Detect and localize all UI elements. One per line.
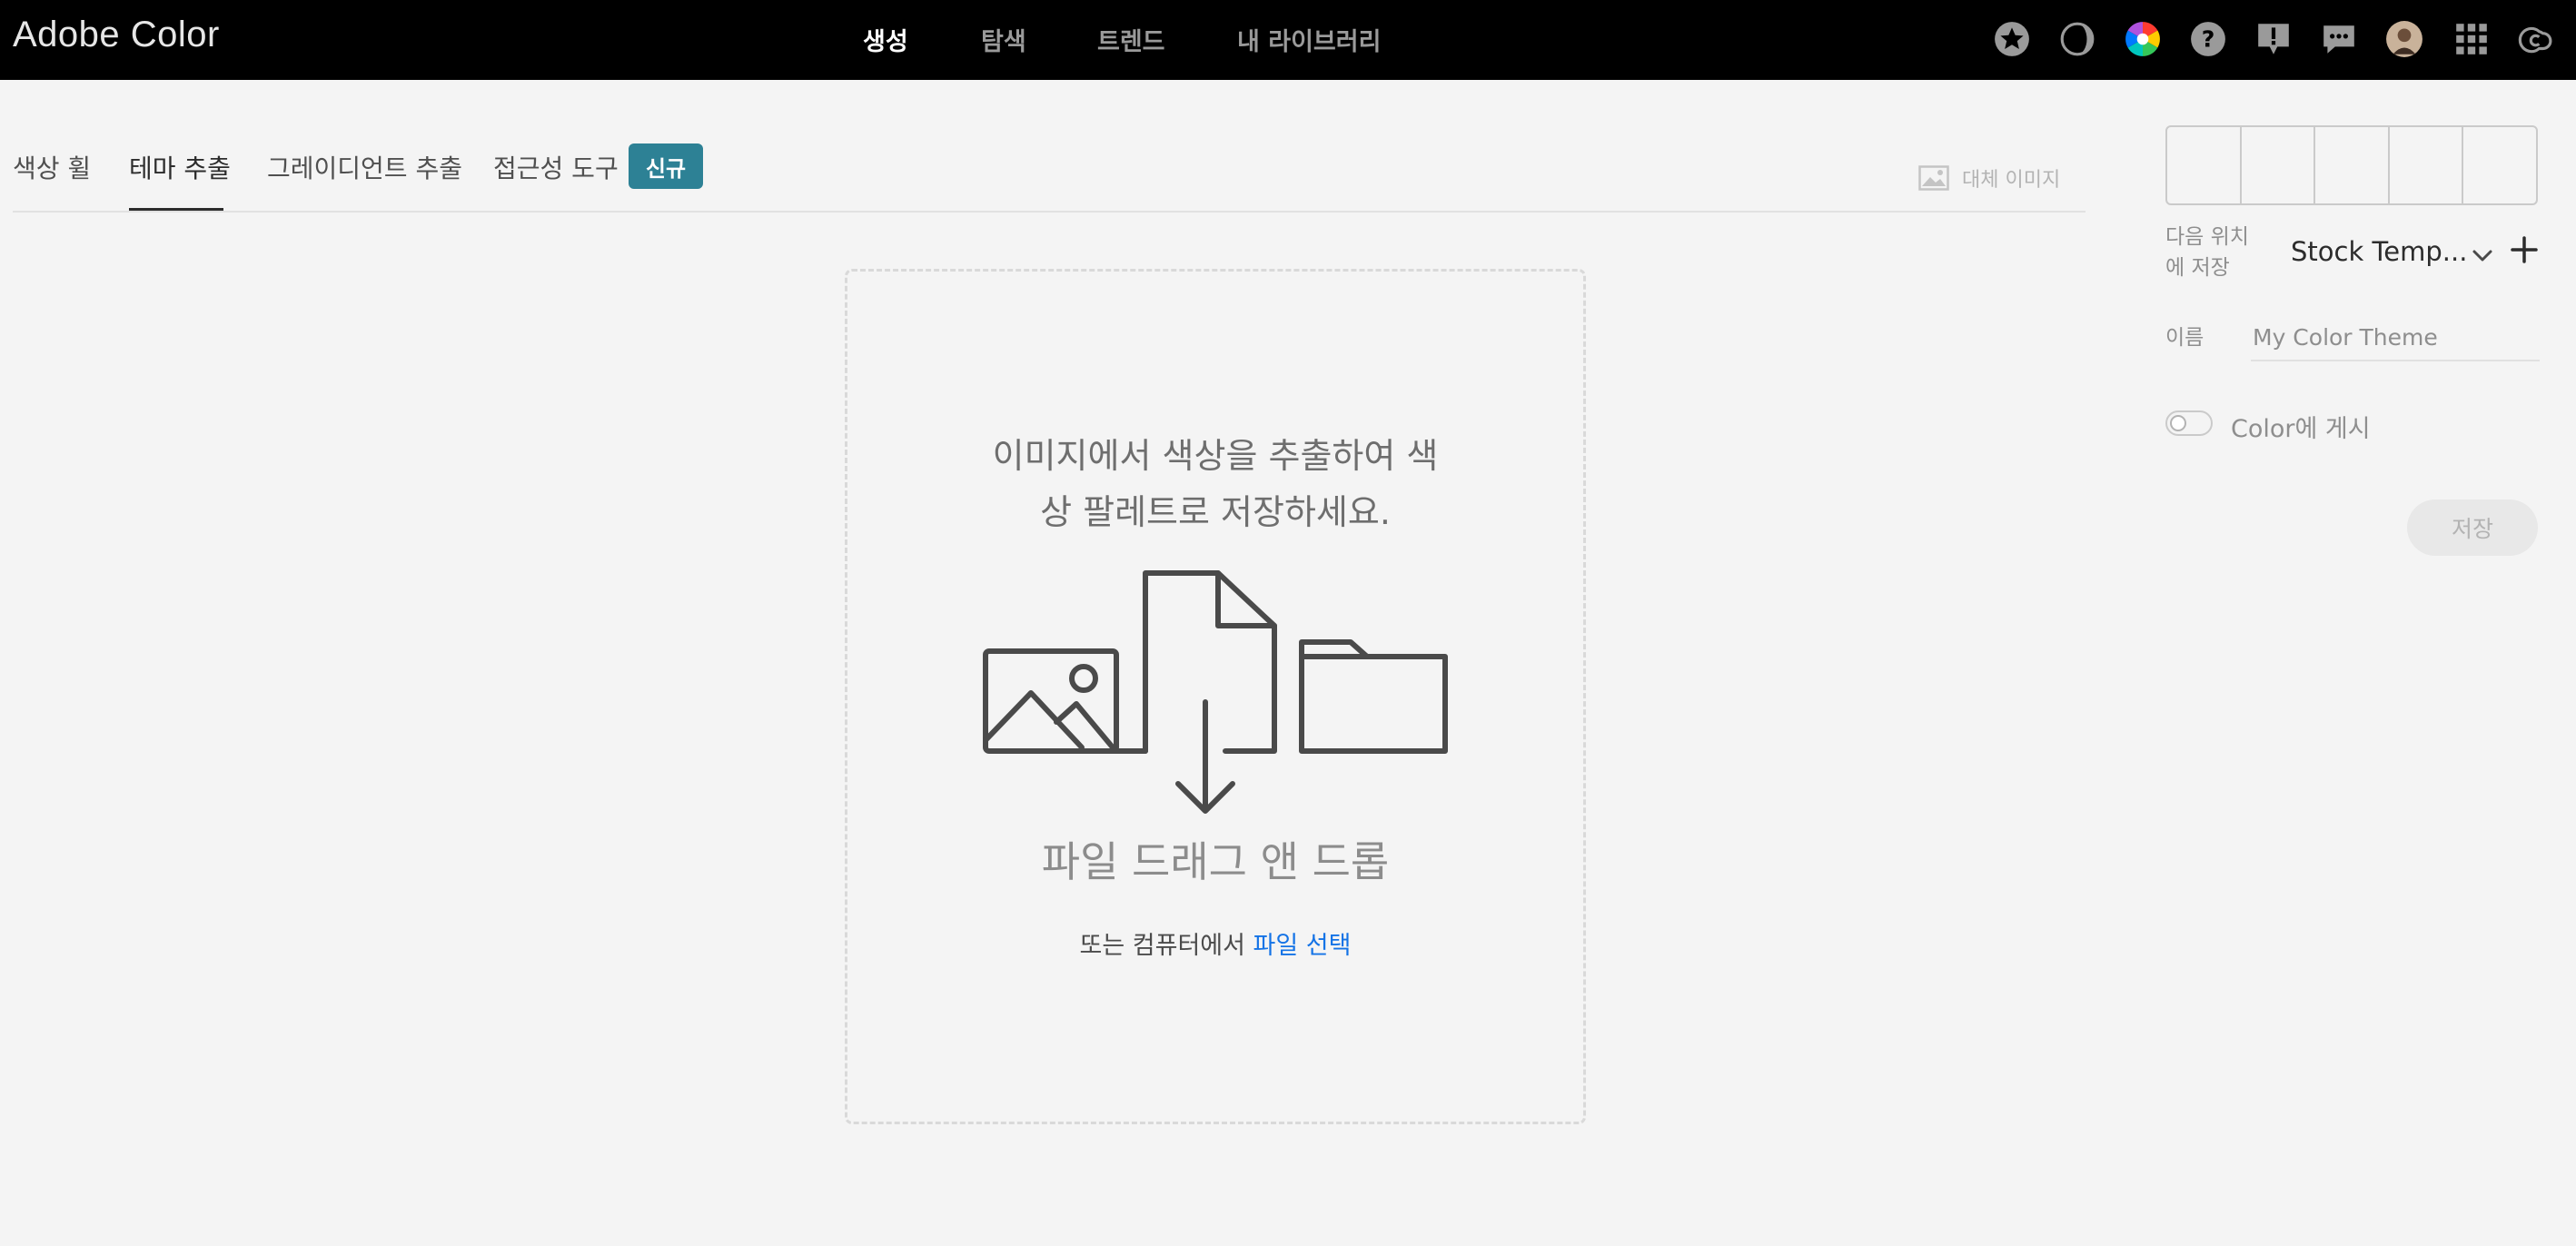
publish-label: Color에 게시 xyxy=(2231,415,2371,443)
save-to-label: 다음 위치 에 저장 xyxy=(2165,225,2249,280)
toggle-knob xyxy=(2170,415,2186,431)
tab-color-wheel[interactable]: 색상 휠 xyxy=(13,149,91,185)
header-icons: ? xyxy=(0,18,2576,62)
new-badge: 신규 xyxy=(629,143,703,189)
save-button[interactable]: 저장 xyxy=(2407,499,2538,556)
dropzone-heading-line1: 이미지에서 색상을 추출하여 색 xyxy=(992,436,1439,476)
color-swatch[interactable] xyxy=(2315,127,2390,203)
theme-name-input[interactable] xyxy=(2251,314,2540,361)
color-swatch[interactable] xyxy=(2463,127,2536,203)
file-dropzone[interactable]: 이미지에서 색상을 추출하여 색 상 팔레트로 저장하세요. 파일 드래그 앤 … xyxy=(845,269,1586,1124)
color-swatch[interactable] xyxy=(2242,127,2316,203)
image-icon xyxy=(1918,165,1949,191)
choose-file-prefix: 또는 컴퓨터에서 xyxy=(1079,932,1253,960)
dropzone-heading: 이미지에서 색상을 추출하여 색 상 팔레트로 저장하세요. xyxy=(847,428,1583,540)
tab-accessibility-tools[interactable]: 접근성 도구 xyxy=(493,149,619,185)
choose-file-line: 또는 컴퓨터에서 파일 선택 xyxy=(847,925,1583,961)
chevron-down-icon[interactable] xyxy=(2469,243,2496,269)
library-select[interactable]: Stock Temp... xyxy=(2291,236,2467,272)
tool-tabs: 색상 휠 테마 추출 그레이디언트 추출 접근성 도구 신규 대체 이미지 xyxy=(0,136,2086,213)
color-swatch-strip xyxy=(2165,125,2538,205)
alt-image-button[interactable]: 대체 이미지 xyxy=(1918,160,2060,196)
upload-illustration-icon xyxy=(983,570,1448,814)
top-bar: Adobe Color 생성 탐색 트렌드 내 라이브러리 ? xyxy=(0,0,2576,80)
chat-icon[interactable] xyxy=(2318,18,2360,60)
help-icon[interactable]: ? xyxy=(2187,18,2229,60)
add-library-icon[interactable] xyxy=(2509,234,2540,265)
name-label: 이름 xyxy=(2165,326,2204,350)
color-wheel-icon[interactable] xyxy=(2122,18,2164,60)
dropzone-heading-line2: 상 팔레트로 저장하세요. xyxy=(1040,492,1391,532)
creative-cloud-icon[interactable] xyxy=(2512,18,2554,60)
choose-file-link[interactable]: 파일 선택 xyxy=(1253,932,1352,960)
drag-drop-label: 파일 드래그 앤 드롭 xyxy=(1041,837,1390,886)
avatar[interactable] xyxy=(2383,18,2425,60)
svg-text:?: ? xyxy=(2202,25,2215,52)
apps-grid-icon[interactable] xyxy=(2451,18,2492,60)
publish-toggle[interactable] xyxy=(2165,410,2213,436)
color-swatch[interactable] xyxy=(2390,127,2464,203)
alt-image-label: 대체 이미지 xyxy=(1962,169,2061,192)
tab-extract-gradient[interactable]: 그레이디언트 추출 xyxy=(267,149,462,185)
feedback-icon[interactable] xyxy=(2253,18,2294,60)
tabs-divider xyxy=(13,211,2086,213)
contrast-icon[interactable] xyxy=(2056,18,2098,60)
star-badge-icon[interactable] xyxy=(1991,18,2033,60)
tab-extract-theme[interactable]: 테마 추출 xyxy=(129,149,231,185)
color-swatch[interactable] xyxy=(2167,127,2242,203)
